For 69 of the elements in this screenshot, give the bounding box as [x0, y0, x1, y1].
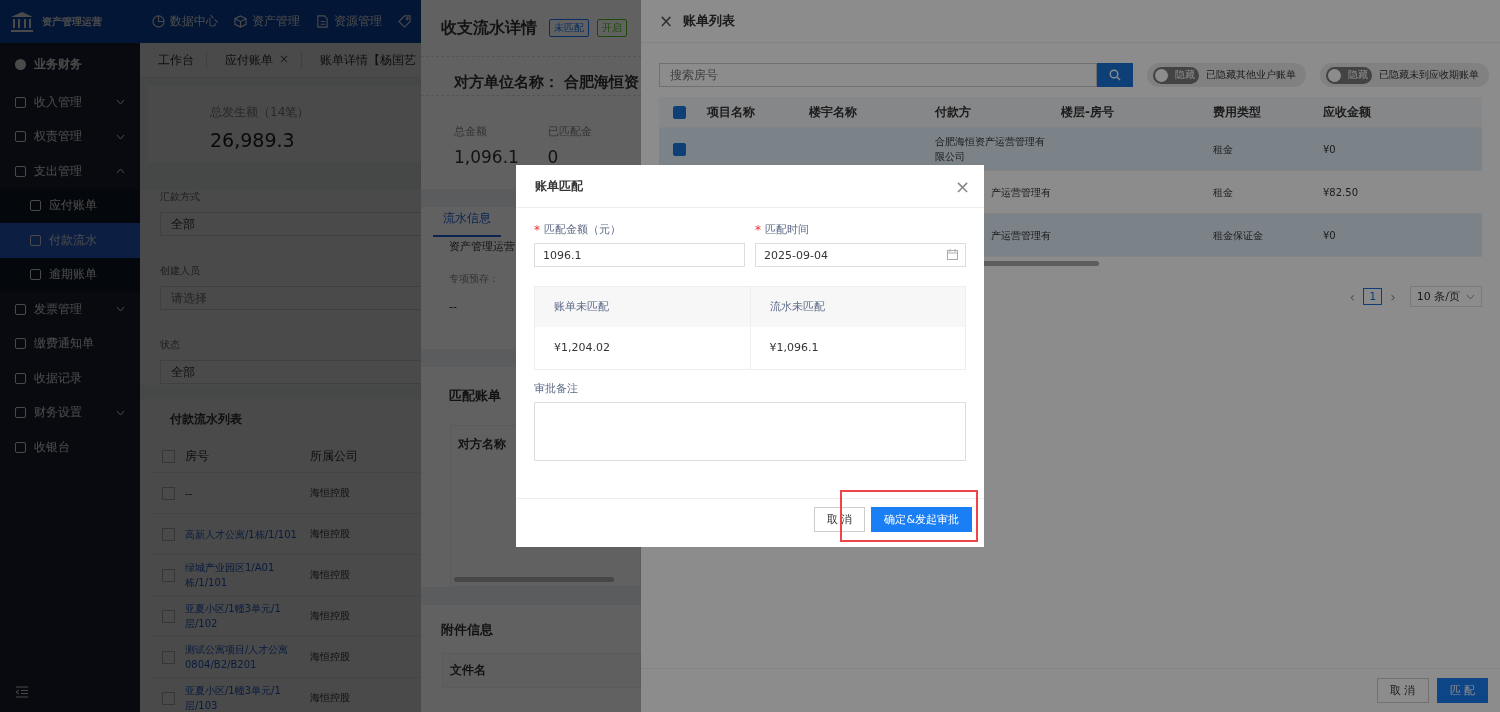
- status-tag: 未匹配: [549, 19, 589, 37]
- table-cell-text: ¥1,204.02: [553, 340, 611, 356]
- table-row[interactable]: 合肥海恒资产运营管理有限公司 租金 ¥0: [659, 128, 1482, 171]
- list-title: 付款流水列表: [170, 411, 242, 428]
- remark-field[interactable]: [534, 402, 966, 461]
- table-cell: 产运营管理有: [991, 186, 1051, 198]
- close-icon[interactable]: ×: [659, 11, 674, 31]
- select-all-checkbox[interactable]: [673, 105, 686, 119]
- column-header: 文件名: [442, 653, 641, 688]
- column-header: 项目名称: [706, 104, 756, 120]
- date-field[interactable]: 2025-09-04: [755, 243, 966, 267]
- table-cell-text: --: [185, 486, 194, 501]
- counterparty-name: 对方单位名称： 合肥海恒资: [454, 73, 640, 93]
- column-header: 付款方: [933, 104, 972, 120]
- table-cell: ¥0: [1323, 229, 1336, 241]
- table-cell: 租金: [1213, 143, 1233, 155]
- app-name: 资产管理运营: [42, 14, 102, 29]
- cancel-button[interactable]: 取 消: [813, 507, 866, 532]
- confirm-button[interactable]: 确定&发起审批: [871, 507, 972, 532]
- stat-value: 0: [547, 147, 559, 167]
- table-cell: 租金保证金: [1213, 229, 1263, 241]
- page-size-select[interactable]: 10 条/页: [1409, 286, 1482, 307]
- drawer-title: 收支流水详情: [441, 17, 537, 39]
- search-field[interactable]: 搜索房号: [659, 63, 1097, 87]
- stat-value: 1,096.1: [454, 147, 519, 167]
- info-text: 资产管理运营: [449, 239, 515, 254]
- column-header: 应收金额: [1322, 104, 1372, 120]
- summary-value: 26,989.3: [210, 129, 295, 151]
- next-page-button[interactable]: ›: [1390, 288, 1396, 305]
- table-cell: 产运营管理有: [991, 229, 1051, 241]
- match-button[interactable]: 匹 配: [1436, 678, 1488, 703]
- status-tag: 开启: [597, 19, 627, 37]
- calendar-icon: [947, 249, 958, 260]
- input-field[interactable]: 1096.1: [534, 243, 745, 267]
- field-label: 审批备注: [534, 381, 579, 396]
- table-cell-text: ¥1,096.1: [768, 340, 820, 356]
- drawer-title: 账单列表: [683, 12, 736, 30]
- search-icon: [1109, 69, 1121, 81]
- column-header: 流水未匹配: [750, 287, 965, 327]
- section-title: 匹配账单: [449, 387, 501, 405]
- toggle-switch[interactable]: 隐藏: [1326, 66, 1372, 84]
- column-header: 楼宇名称: [808, 104, 858, 120]
- column-header: 对方名称: [457, 436, 507, 453]
- field-label: 匹配金额（元）: [544, 222, 621, 237]
- page-number[interactable]: 1: [1363, 288, 1383, 305]
- toggle-caption: 已隐藏未到应收期账单: [1379, 68, 1479, 82]
- required-mark: *: [755, 222, 761, 237]
- search-button[interactable]: [1097, 63, 1133, 87]
- scrollbar[interactable]: [454, 577, 614, 582]
- chevron-down-icon: [1466, 293, 1475, 300]
- table-cell: 租金: [1213, 186, 1233, 198]
- table-cell: ¥82.50: [1323, 186, 1358, 198]
- close-icon[interactable]: ×: [954, 175, 970, 197]
- table-cell: ¥0: [1323, 143, 1336, 155]
- prev-page-button[interactable]: ‹: [1349, 288, 1356, 305]
- tab[interactable]: 流水信息: [433, 210, 501, 237]
- row-checkbox[interactable]: [673, 142, 686, 156]
- table-cell: 合肥海恒资产运营管理有限公司: [935, 136, 1045, 162]
- column-header: 费用类型: [1212, 104, 1262, 120]
- field-value: --: [449, 300, 457, 313]
- column-header: 账单未匹配: [535, 287, 750, 327]
- required-mark: *: [534, 222, 540, 237]
- column-header: 楼层-房号: [1060, 104, 1115, 120]
- section-title: 附件信息: [441, 621, 493, 639]
- toggle-caption: 已隐藏其他业户账单: [1206, 68, 1296, 82]
- field-label: 匹配时间: [765, 222, 809, 237]
- toggle-switch[interactable]: 隐藏: [1153, 66, 1199, 84]
- dialog-title: 账单匹配: [535, 177, 583, 195]
- cancel-button[interactable]: 取 消: [1377, 678, 1429, 703]
